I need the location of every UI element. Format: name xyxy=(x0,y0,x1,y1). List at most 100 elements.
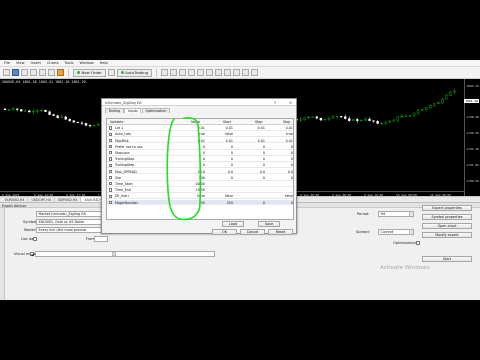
dialog-title-bar[interactable]: Ichimoku_ZigZag EA ? ✕ xyxy=(102,99,296,106)
cell-start[interactable]: 0 xyxy=(197,163,233,167)
cell-stop[interactable]: 0 xyxy=(271,201,293,205)
candlestick-icon[interactable] xyxy=(170,69,178,76)
indicators-icon[interactable] xyxy=(233,69,241,76)
visual-speed-slider[interactable] xyxy=(35,251,215,257)
speed-slider-thumb[interactable] xyxy=(112,251,116,256)
row-checkbox[interactable] xyxy=(109,138,113,142)
cell-step[interactable]: 0.0 xyxy=(237,170,265,174)
cell-start[interactable]: 555 xyxy=(197,201,233,205)
reset-button[interactable]: Reset xyxy=(268,228,293,235)
tester-side-tab[interactable] xyxy=(0,208,5,300)
open-chart-button[interactable]: Open chart xyxy=(422,223,472,229)
cell-stop[interactable]: 0 xyxy=(271,145,293,149)
input-row[interactable]: Time_End 23:59 xyxy=(107,187,293,193)
cell-start[interactable]: 0 xyxy=(197,157,233,161)
use-date-checkbox[interactable] xyxy=(33,237,37,241)
input-row[interactable]: MagicNumber 555 555 0 0 xyxy=(107,199,293,206)
profiles-icon[interactable] xyxy=(12,69,19,76)
start-button[interactable]: Start xyxy=(422,256,472,262)
input-row[interactable]: Slip 200 0 0 0 xyxy=(107,175,293,181)
row-checkbox[interactable] xyxy=(109,194,113,198)
expert-select[interactable]: Market Ichimoku_ZigZag EA xyxy=(36,211,108,217)
cell-stop[interactable]: false xyxy=(271,194,293,198)
cell-value[interactable]: 23:59 xyxy=(181,188,205,192)
input-row[interactable]: Prefer not to use 0 0 0 0 xyxy=(107,144,293,150)
input-row[interactable]: Lot 1 0.01 0.01 0.01 0.01 xyxy=(107,125,293,131)
menu-view[interactable]: View xyxy=(16,61,25,65)
modify-expert-button[interactable]: Modify expert xyxy=(422,232,472,238)
optimization-checkbox[interactable] xyxy=(416,241,420,245)
periods-icon[interactable] xyxy=(242,69,250,76)
terminal-icon[interactable] xyxy=(48,69,55,76)
zoom-in-icon[interactable] xyxy=(188,69,196,76)
row-checkbox[interactable] xyxy=(109,151,113,155)
cell-stop[interactable]: 0.01 xyxy=(271,126,293,130)
menu-file[interactable]: File xyxy=(4,61,10,65)
menu-window[interactable]: Window xyxy=(79,61,93,65)
cell-step[interactable]: 0.01 xyxy=(237,126,265,130)
cell-stop[interactable]: 0.01 xyxy=(271,139,293,143)
spread-select[interactable]: Current xyxy=(378,229,414,235)
input-row[interactable]: Time_Start 00:00 xyxy=(107,181,293,187)
cell-stop[interactable]: 0.0 xyxy=(271,170,293,174)
strategy-tester-icon[interactable] xyxy=(57,69,64,76)
row-checkbox[interactable] xyxy=(109,169,113,173)
period-select[interactable]: H4 xyxy=(378,211,414,217)
input-row[interactable]: MaxRisk 0.01 0.01 0.01 0.01 xyxy=(107,138,293,144)
tab-testing[interactable]: Testing xyxy=(105,108,124,113)
from-date-field[interactable] xyxy=(94,236,108,242)
new-chart-icon[interactable] xyxy=(3,69,10,76)
help-icon[interactable]: ? xyxy=(274,100,276,105)
cell-start[interactable]: 0 xyxy=(197,151,233,155)
cell-start[interactable]: 0.0 xyxy=(197,170,233,174)
row-checkbox[interactable] xyxy=(109,126,113,130)
expert-properties-button[interactable]: Expert properties xyxy=(422,205,472,211)
cell-step[interactable]: 0 xyxy=(237,163,265,167)
chart-shift-icon[interactable] xyxy=(224,69,232,76)
cell-stop[interactable]: 0 xyxy=(271,151,293,155)
row-checkbox[interactable] xyxy=(109,163,113,167)
row-checkbox[interactable] xyxy=(109,157,113,161)
cell-stop[interactable]: true xyxy=(271,132,293,136)
cell-start[interactable]: 0.01 xyxy=(197,139,233,143)
symbol-select[interactable]: XAUUSD, Gold vs US Dollar xyxy=(36,219,108,225)
new-order-button[interactable]: New Order xyxy=(73,68,106,77)
row-checkbox[interactable] xyxy=(109,132,113,136)
cell-start[interactable]: false xyxy=(197,194,233,198)
cell-stop[interactable]: 0 xyxy=(271,157,293,161)
market-watch-icon[interactable] xyxy=(21,69,28,76)
close-icon[interactable]: ✕ xyxy=(289,100,292,105)
menu-tools[interactable]: Tools xyxy=(65,61,74,65)
cell-start[interactable]: 0.01 xyxy=(197,126,233,130)
cell-start[interactable]: false xyxy=(197,132,233,136)
cell-start[interactable]: 0 xyxy=(197,176,233,180)
cell-step[interactable]: 0 xyxy=(237,145,265,149)
input-row[interactable]: Max_SPREAD 20.0 0.0 0.0 0.0 xyxy=(107,169,293,175)
row-checkbox[interactable] xyxy=(109,182,113,186)
ok-button[interactable]: OK xyxy=(212,228,237,235)
auto-trading-button[interactable]: AutoTrading xyxy=(116,68,153,77)
cell-start[interactable]: 0 xyxy=(197,145,233,149)
cancel-button[interactable]: Cancel xyxy=(240,228,265,235)
bar-chart-icon[interactable] xyxy=(161,69,169,76)
model-select[interactable]: Every tick (the most precise xyxy=(36,227,108,233)
load-button[interactable]: Load xyxy=(222,221,244,227)
data-window-icon[interactable] xyxy=(30,69,37,76)
row-checkbox[interactable] xyxy=(109,188,113,192)
symbol-properties-button[interactable]: Symbol properties xyxy=(422,214,472,220)
cell-step[interactable]: 0 xyxy=(237,176,265,180)
input-row[interactable]: TrailingStep 0 0 0 0 xyxy=(107,163,293,169)
autoscroll-icon[interactable] xyxy=(215,69,223,76)
cell-stop[interactable]: 0 xyxy=(271,163,293,167)
menu-help[interactable]: Help xyxy=(100,61,108,65)
menu-charts[interactable]: Charts xyxy=(47,61,59,65)
cell-stop[interactable]: 0 xyxy=(271,176,293,180)
row-checkbox[interactable] xyxy=(109,145,113,149)
save-button[interactable]: Save xyxy=(258,221,280,227)
tab-optimization[interactable]: Optimization xyxy=(141,108,170,113)
visual-mode-checkbox[interactable] xyxy=(30,252,34,256)
cell-step[interactable]: 0 xyxy=(237,151,265,155)
input-row[interactable]: DF_Astri false false false xyxy=(107,194,293,200)
cell-value[interactable]: 00:00 xyxy=(181,182,205,186)
zoom-out-icon[interactable] xyxy=(197,69,205,76)
